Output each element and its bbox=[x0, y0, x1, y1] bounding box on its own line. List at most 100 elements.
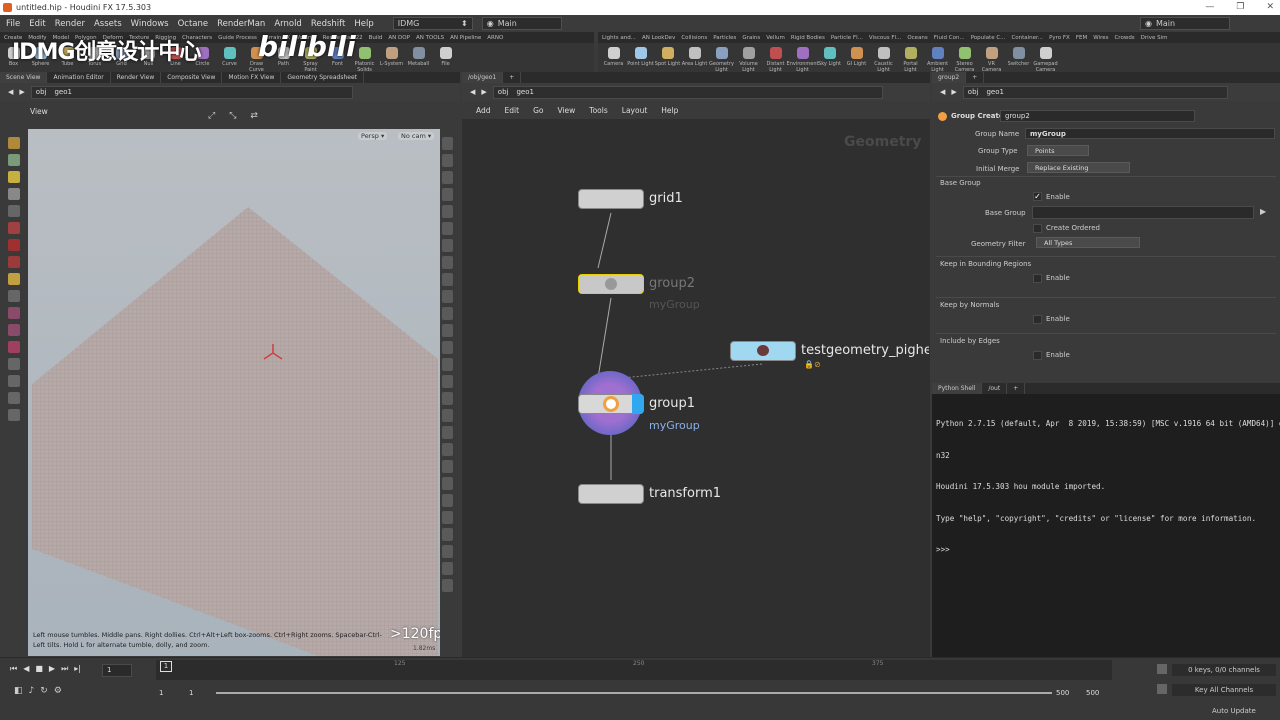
camera-tool-icon[interactable] bbox=[8, 392, 20, 404]
display-icon-5[interactable] bbox=[442, 205, 453, 218]
R-tab[interactable]: Grains bbox=[740, 35, 762, 41]
loop-icon[interactable]: ↻ bbox=[40, 686, 48, 696]
flipbook-icon[interactable] bbox=[8, 358, 20, 370]
select-icon[interactable] bbox=[8, 188, 20, 200]
forward-icon[interactable]: ▶ bbox=[951, 88, 956, 96]
R-tab[interactable]: Container... bbox=[1009, 35, 1045, 41]
start-frame[interactable]: 1 bbox=[159, 689, 163, 697]
python-output[interactable]: Python 2.7.15 (default, Apr 8 2019, 15:3… bbox=[932, 394, 1280, 581]
display-icon-9[interactable] bbox=[442, 273, 453, 286]
R-tab[interactable]: Populate C... bbox=[969, 35, 1008, 41]
tab-python-shell[interactable]: Python Shell bbox=[932, 383, 983, 394]
magnet-icon[interactable] bbox=[8, 222, 20, 234]
add-tab-icon[interactable]: + bbox=[503, 72, 522, 83]
path-obj[interactable]: obj bbox=[36, 88, 47, 96]
menu-arnold[interactable]: Arnold bbox=[274, 19, 302, 29]
back-icon[interactable]: ◀ bbox=[8, 88, 13, 96]
display-icon-12[interactable] bbox=[442, 324, 453, 337]
display-icon-23[interactable] bbox=[442, 511, 453, 524]
menu-go[interactable]: Go bbox=[533, 106, 543, 115]
initial-merge-menu[interactable]: Replace Existing bbox=[1027, 162, 1130, 173]
display-icon-24[interactable] bbox=[442, 528, 453, 541]
translate-icon[interactable] bbox=[8, 324, 20, 336]
menu-windows[interactable]: Windows bbox=[131, 19, 169, 29]
key-icon[interactable] bbox=[1157, 664, 1167, 674]
shelf-tool[interactable]: Spot Light bbox=[654, 47, 681, 73]
display-icon-6[interactable] bbox=[442, 222, 453, 235]
R-tab[interactable]: Particle Fl... bbox=[829, 35, 865, 41]
R-tab[interactable]: Lights and... bbox=[600, 35, 638, 41]
display-icon-19[interactable] bbox=[442, 443, 453, 456]
menu-layout[interactable]: Layout bbox=[622, 106, 648, 115]
left-tab[interactable]: Render View bbox=[111, 72, 162, 83]
R-tab[interactable]: FEM bbox=[1074, 35, 1089, 41]
key-all-channels-button[interactable]: Key All Channels bbox=[1172, 684, 1276, 696]
go-end-icon[interactable]: ⏭ bbox=[61, 664, 68, 674]
display-icon-20[interactable] bbox=[442, 460, 453, 473]
add-tab-icon[interactable]: + bbox=[1007, 383, 1026, 394]
main-dropdown[interactable]: ◉ Main bbox=[481, 17, 562, 30]
handle-icon[interactable] bbox=[8, 137, 20, 149]
display-icon-2[interactable] bbox=[442, 154, 453, 167]
shelf-tool[interactable]: Area Light bbox=[681, 47, 708, 73]
end-frame[interactable]: 500 bbox=[1056, 689, 1069, 697]
display-icon-1[interactable] bbox=[442, 137, 453, 150]
L-tab[interactable]: ARNO bbox=[485, 35, 505, 41]
shelf-tool[interactable]: VR Camera bbox=[978, 47, 1005, 73]
tab-group2[interactable]: group2 bbox=[932, 72, 967, 83]
display-icon-22[interactable] bbox=[442, 494, 453, 507]
shelf-tool[interactable]: Ambient Light bbox=[924, 47, 951, 73]
scale-icon[interactable] bbox=[8, 290, 20, 302]
light-icon[interactable] bbox=[8, 171, 20, 183]
display-icon-16[interactable] bbox=[442, 392, 453, 405]
path-geo1[interactable]: geo1 bbox=[986, 88, 1004, 96]
R-tab[interactable]: Crowds bbox=[1112, 35, 1136, 41]
R-tab[interactable]: Collisions bbox=[679, 35, 709, 41]
R-tab[interactable]: Viscous Fl... bbox=[867, 35, 903, 41]
shelf-tool[interactable]: Environment Light bbox=[787, 47, 818, 73]
cone-icon[interactable] bbox=[8, 273, 20, 285]
R-tab[interactable]: Drive Sim bbox=[1139, 35, 1170, 41]
menu-octane[interactable]: Octane bbox=[178, 19, 209, 29]
L-tab[interactable]: AN DOP bbox=[386, 35, 412, 41]
display-icon-7[interactable] bbox=[442, 239, 453, 252]
menu-file[interactable]: File bbox=[6, 19, 20, 29]
display-icon-11[interactable] bbox=[442, 307, 453, 320]
forward-icon[interactable]: ▶ bbox=[481, 88, 486, 96]
maximize-icon[interactable]: ❐ bbox=[1236, 0, 1244, 15]
sphere-tool-icon[interactable] bbox=[8, 341, 20, 353]
cycle-icon[interactable]: ⇄ bbox=[250, 111, 258, 121]
desktop-dropdown[interactable]: IDMG ⬍ bbox=[392, 17, 473, 30]
shelf-tool[interactable]: Switcher bbox=[1005, 47, 1032, 73]
audio-icon[interactable]: ♪ bbox=[29, 686, 35, 696]
snapshot-icon[interactable] bbox=[8, 409, 20, 421]
path-geo1[interactable]: geo1 bbox=[54, 88, 72, 96]
group-type-menu[interactable]: Points bbox=[1027, 145, 1089, 156]
left-tab[interactable]: Composite View bbox=[161, 72, 223, 83]
R-tab[interactable]: Oceans bbox=[905, 35, 929, 41]
param-path-field[interactable]: obj geo1 bbox=[962, 85, 1228, 99]
node-name-field[interactable]: group2 bbox=[1000, 110, 1195, 122]
menu-renderman[interactable]: RenderMan bbox=[217, 19, 265, 29]
left-path-field[interactable]: obj geo1 bbox=[30, 85, 353, 99]
display-icon-4[interactable] bbox=[442, 188, 453, 201]
tumble-icon[interactable]: ⤢ bbox=[208, 111, 215, 121]
shelf-tool[interactable]: Caustic Light bbox=[870, 47, 897, 73]
shelf-tool[interactable]: GI Light bbox=[843, 47, 870, 73]
shelf-tool[interactable]: File bbox=[432, 47, 459, 73]
play-icon[interactable]: ▶ bbox=[49, 664, 55, 674]
right-main-dropdown[interactable]: ◉ Main bbox=[1140, 17, 1230, 30]
tab-network[interactable]: /obj/geo1 bbox=[462, 72, 504, 83]
arrow-right-icon[interactable]: ▶ bbox=[1260, 207, 1266, 216]
L-tab[interactable]: AN TOOLS bbox=[414, 35, 446, 41]
shelf-tool[interactable]: Sky Light bbox=[816, 47, 843, 73]
add-tab-icon[interactable]: + bbox=[966, 72, 985, 83]
shelf-tool[interactable]: Camera bbox=[600, 47, 627, 73]
base-group-field[interactable] bbox=[1032, 206, 1254, 219]
rotate-icon[interactable] bbox=[8, 307, 20, 319]
edges-enable-checkbox[interactable] bbox=[1033, 351, 1042, 360]
go-start-icon[interactable]: ⏮ bbox=[10, 664, 17, 674]
start-frame-2[interactable]: 1 bbox=[189, 689, 193, 697]
display-icon-13[interactable] bbox=[442, 341, 453, 354]
realtime-icon[interactable]: ◧ bbox=[14, 686, 23, 696]
